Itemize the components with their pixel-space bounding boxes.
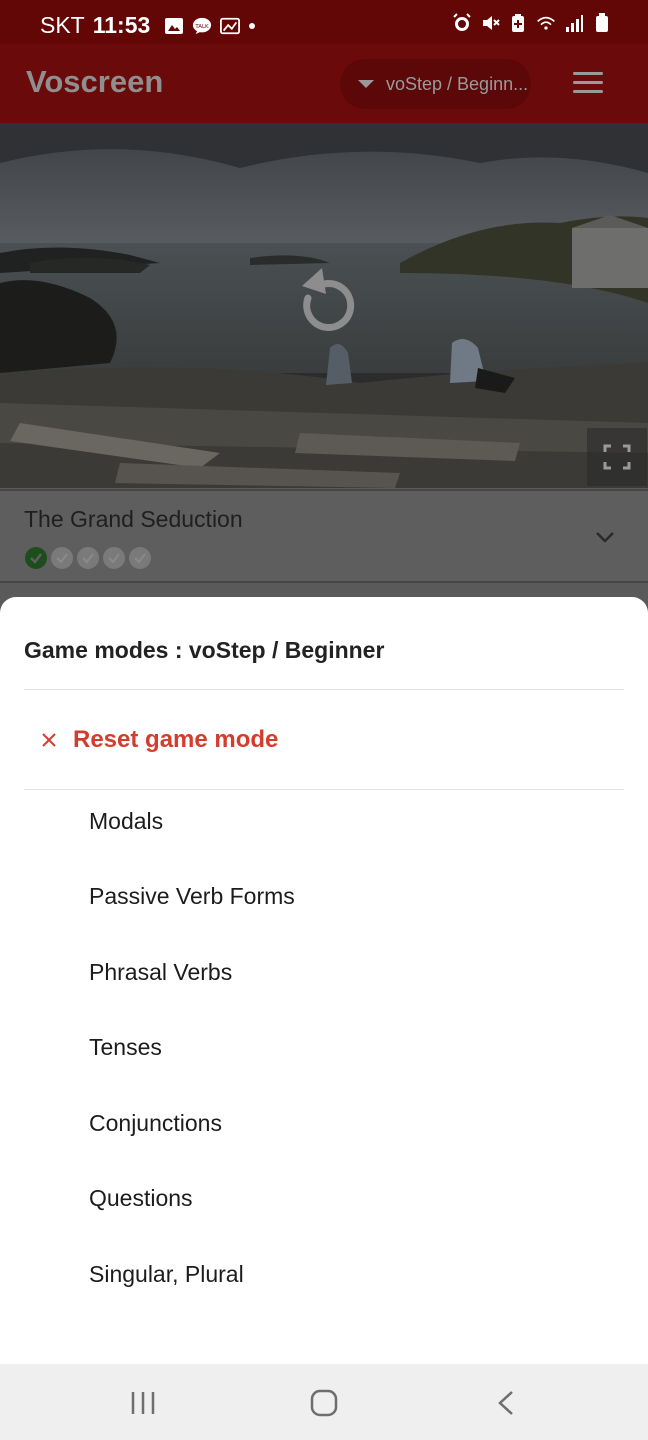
back-icon[interactable] [486,1388,526,1418]
talk-icon: TALK [193,17,212,34]
alarm-icon [453,13,471,31]
mute-icon [483,16,500,30]
mode-item-modals[interactable]: Modals [89,801,589,841]
dot-icon [249,22,256,29]
battery-icon [596,13,608,32]
caret-down-icon [358,80,374,88]
progress-dot [77,547,99,569]
progress-dot [51,547,73,569]
divider [24,689,624,690]
progress-dot [129,547,151,569]
app-title: Voscreen [26,64,164,99]
mode-item-questions[interactable]: Questions [89,1178,589,1218]
progress-dots [25,547,151,569]
progress-dot-completed [25,547,47,569]
progress-dot [103,547,125,569]
scrim [0,583,648,597]
reset-game-mode-button[interactable]: Reset game mode [24,697,624,783]
battery-saver-icon [512,14,524,32]
divider [24,789,624,790]
game-modes-sheet: Game modes : voStep / Beginner Reset gam… [0,597,648,1364]
video-player[interactable] [0,123,648,488]
signal-icon [566,15,583,32]
gallery-icon [165,17,184,34]
mode-item-tenses[interactable]: Tenses [89,1027,589,1067]
chevron-down-icon[interactable] [594,530,616,544]
video-info-panel[interactable]: The Grand Seduction [0,489,648,583]
mode-item-passive-verb-forms[interactable]: Passive Verb Forms [89,876,589,916]
wifi-icon [537,16,555,30]
svg-text:TALK: TALK [195,23,210,29]
menu-button[interactable] [573,72,607,96]
status-bar: SKT 11:53 TALK [0,0,648,44]
close-icon [42,733,56,747]
mode-item-phrasal-verbs[interactable]: Phrasal Verbs [89,952,589,992]
mode-item-conjunctions[interactable]: Conjunctions [89,1103,589,1143]
reset-game-mode-label: Reset game mode [73,726,279,753]
game-mode-selector-label: voStep / Beginn... [386,73,529,94]
carrier-label: SKT [40,12,85,38]
fullscreen-icon[interactable] [587,428,647,486]
video-title: The Grand Seduction [24,506,243,532]
recent-apps-icon[interactable] [123,1388,163,1418]
replay-icon[interactable] [290,262,360,340]
clock: 11:53 [92,12,151,38]
game-mode-selector[interactable]: voStep / Beginn... [340,59,531,109]
sheet-title: Game modes : voStep / Beginner [24,637,385,663]
mode-item-singular-plural[interactable]: Singular, Plural [89,1254,589,1294]
app-bar: Voscreen voStep / Beginn... [0,44,648,123]
system-nav-bar [0,1364,648,1440]
home-icon[interactable] [304,1388,344,1418]
image-icon [220,17,241,34]
